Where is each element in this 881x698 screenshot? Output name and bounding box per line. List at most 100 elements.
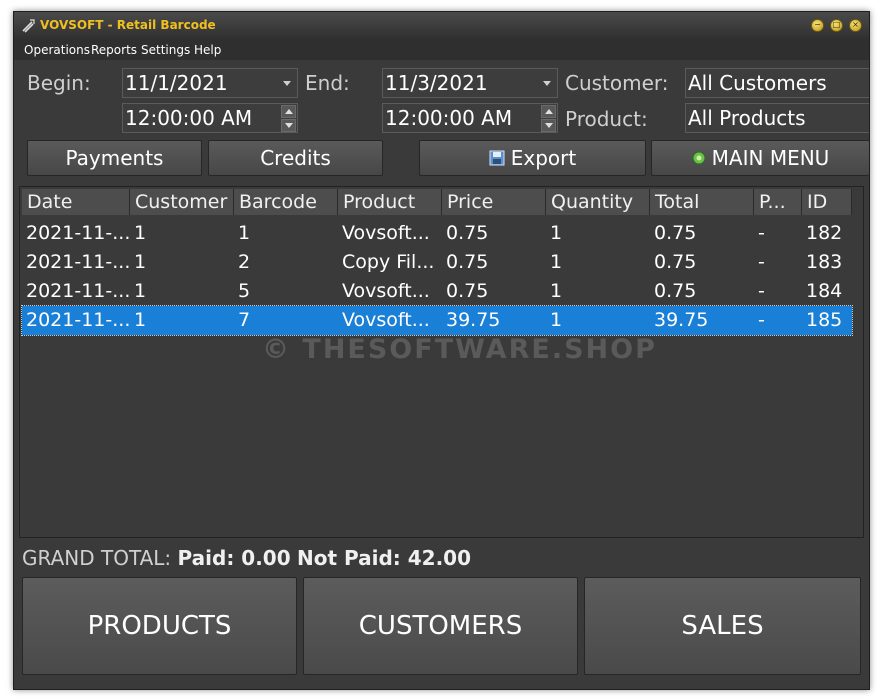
sales-button[interactable]: SALES — [584, 577, 861, 675]
cell-product: Vovsoft... — [342, 280, 430, 302]
minimize-icon: − — [814, 20, 821, 29]
table-row[interactable]: 2021-11-... 1 2 Copy Fil... 0.75 1 0.75 … — [22, 248, 852, 277]
column-header-barcode[interactable]: Barcode — [234, 189, 338, 215]
maximize-button[interactable]: □ — [830, 19, 843, 32]
credits-button[interactable]: Credits — [208, 140, 383, 176]
cell-barcode: 7 — [238, 309, 251, 331]
begin-time-value: 12:00:00 AM — [125, 106, 253, 130]
cell-quantity: 1 — [550, 251, 563, 273]
cell-customer: 1 — [134, 251, 147, 273]
cell-total: 39.75 — [654, 309, 709, 331]
cell-customer: 1 — [134, 280, 147, 302]
end-time-up-button[interactable] — [541, 105, 556, 118]
product-label: Product: — [565, 107, 648, 131]
column-header-quantity[interactable]: Quantity — [546, 189, 650, 215]
cell-paid: - — [758, 251, 765, 273]
column-header-id[interactable]: ID — [802, 189, 852, 215]
cell-id: 183 — [806, 251, 843, 273]
customers-button[interactable]: CUSTOMERS — [303, 577, 578, 675]
menu-reports[interactable]: Reports — [91, 43, 137, 57]
cell-product: Vovsoft... — [342, 222, 430, 244]
end-label: End: — [305, 71, 350, 95]
floppy-disk-icon — [489, 150, 505, 166]
column-header-date[interactable]: Date — [22, 189, 130, 215]
app-barcode-icon — [22, 19, 35, 33]
main-menu-button[interactable]: MAIN MENU — [651, 140, 869, 176]
cell-date: 2021-11-... — [26, 222, 130, 244]
end-date-picker[interactable]: 11/3/2021 — [382, 68, 558, 98]
cell-paid: - — [758, 280, 765, 302]
begin-date-picker[interactable]: 11/1/2021 — [122, 68, 298, 98]
cell-price: 0.75 — [446, 251, 489, 273]
maximize-icon: □ — [832, 20, 841, 29]
grand-total: GRAND TOTAL: Paid: 0.00 Not Paid: 42.00 — [22, 546, 471, 570]
grand-total-label: GRAND TOTAL: — [22, 546, 172, 570]
cell-quantity: 1 — [550, 222, 563, 244]
begin-date-value: 11/1/2021 — [125, 71, 228, 95]
arrow-up-icon — [285, 109, 293, 114]
cell-quantity: 1 — [550, 309, 563, 331]
cell-total: 0.75 — [654, 251, 697, 273]
cell-paid: - — [758, 309, 765, 331]
arrow-down-icon — [285, 123, 293, 128]
grand-total-not-paid: Not Paid: 42.00 — [297, 546, 472, 570]
column-header-paid[interactable]: P... — [754, 189, 802, 215]
payments-button[interactable]: Payments — [27, 140, 202, 176]
begin-time-field[interactable]: 12:00:00 AM — [122, 103, 298, 133]
cell-price: 0.75 — [446, 280, 489, 302]
chevron-down-icon[interactable] — [543, 81, 551, 86]
cell-date: 2021-11-... — [26, 309, 130, 331]
cell-date: 2021-11-... — [26, 280, 130, 302]
watermark: © THESOFTWARE.SHOP — [262, 334, 657, 365]
arrow-up-icon — [545, 109, 553, 114]
cell-price: 39.75 — [446, 309, 501, 331]
export-label: Export — [510, 146, 577, 170]
chevron-down-icon[interactable] — [283, 81, 291, 86]
table-row-selected[interactable]: 2021-11-... 1 7 Vovsoft... 39.75 1 39.75… — [21, 305, 853, 336]
export-button[interactable]: Export — [419, 140, 646, 176]
green-dot-icon — [692, 151, 706, 165]
menu-operations[interactable]: Operations — [24, 43, 90, 57]
cell-barcode: 2 — [238, 251, 251, 273]
customer-value: All Customers — [688, 71, 827, 95]
end-time-value: 12:00:00 AM — [385, 106, 513, 130]
cell-id: 182 — [806, 222, 843, 244]
column-header-product[interactable]: Product — [338, 189, 442, 215]
begin-time-up-button[interactable] — [281, 105, 296, 118]
window-title: VOVSOFT - Retail Barcode — [40, 18, 216, 32]
customers-label: CUSTOMERS — [358, 611, 523, 641]
products-button[interactable]: PRODUCTS — [22, 577, 297, 675]
end-date-value: 11/3/2021 — [385, 71, 488, 95]
customer-select[interactable]: All Customers — [685, 68, 869, 98]
menu-settings[interactable]: Settings — [141, 43, 190, 57]
table-row[interactable]: 2021-11-... 1 1 Vovsoft... 0.75 1 0.75 -… — [22, 219, 852, 248]
cell-id: 185 — [806, 309, 843, 331]
credits-label: Credits — [260, 146, 331, 170]
cell-total: 0.75 — [654, 222, 697, 244]
title-bar[interactable]: VOVSOFT - Retail Barcode − □ × — [14, 12, 869, 40]
column-header-total[interactable]: Total — [650, 189, 754, 215]
begin-label: Begin: — [27, 71, 91, 95]
arrow-down-icon — [545, 123, 553, 128]
menu-bar: Operations Reports Settings Help — [14, 40, 869, 60]
product-value: All Products — [688, 106, 806, 130]
end-time-down-button[interactable] — [541, 119, 556, 132]
column-header-customer[interactable]: Customer — [130, 189, 234, 215]
close-button[interactable]: × — [849, 19, 862, 32]
sales-label: SALES — [681, 611, 764, 641]
payments-label: Payments — [65, 146, 164, 170]
minimize-button[interactable]: − — [811, 19, 824, 32]
cell-product: Copy Fil... — [342, 251, 435, 273]
cell-barcode: 5 — [238, 280, 251, 302]
products-label: PRODUCTS — [87, 611, 232, 641]
begin-time-down-button[interactable] — [281, 119, 296, 132]
column-header-price[interactable]: Price — [442, 189, 546, 215]
end-time-field[interactable]: 12:00:00 AM — [382, 103, 558, 133]
cell-barcode: 1 — [238, 222, 251, 244]
customer-label: Customer: — [565, 71, 669, 95]
table-row[interactable]: 2021-11-... 1 5 Vovsoft... 0.75 1 0.75 -… — [22, 277, 852, 306]
product-select[interactable]: All Products — [685, 103, 869, 133]
close-icon: × — [852, 20, 859, 29]
cell-customer: 1 — [134, 309, 147, 331]
menu-help[interactable]: Help — [194, 43, 221, 57]
